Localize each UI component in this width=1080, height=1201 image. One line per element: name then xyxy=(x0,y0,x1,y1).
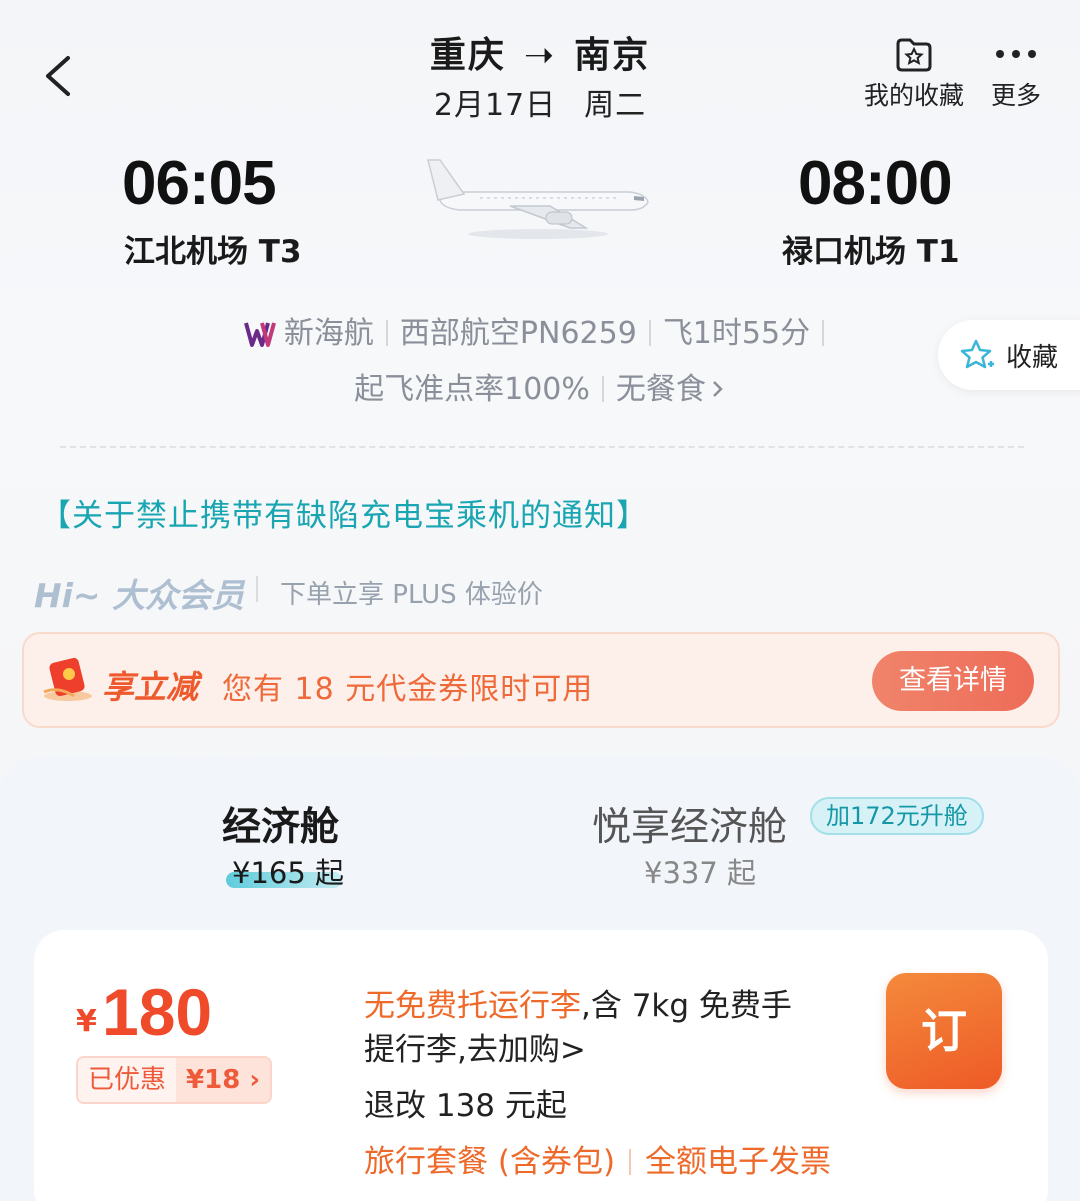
departure-airport: 江北机场 T3 xyxy=(124,234,302,270)
route-arrow: ➝ xyxy=(523,35,557,76)
arrival-airport: 禄口机场 T1 xyxy=(782,234,960,270)
fare-price: 180 xyxy=(102,975,213,1049)
baggage-purchase-link[interactable]: 提行李,去加购> xyxy=(364,1024,586,1069)
baggage-info-line1: 无免费托运行李,含 7kg 免费手 xyxy=(364,980,792,1025)
favorites-folder-icon xyxy=(896,38,932,72)
view-details-button[interactable]: 查看详情 xyxy=(872,651,1034,711)
more-button[interactable]: 更多 xyxy=(984,36,1048,112)
notice-link[interactable]: 【关于禁止携带有缺陷充电宝乘机的通知】 xyxy=(40,490,648,535)
tab-economy[interactable]: 经济舱 xyxy=(222,796,339,852)
book-button[interactable]: 订 xyxy=(886,973,1002,1089)
premium-economy-price: ¥337 起 xyxy=(644,856,757,890)
origin-city: 重庆 xyxy=(429,35,506,76)
upgrade-badge: 加172元升舱 xyxy=(810,797,984,835)
flight-weekday: 周二 xyxy=(584,88,647,123)
divider xyxy=(385,320,388,346)
no-checked-baggage: 无免费托运行李 xyxy=(364,988,581,1024)
flight-info-line1: 新海航 西部航空PN6259 飞1时55分 xyxy=(0,308,1080,352)
flight-info-line2: 起飞准点率100% 无餐食 xyxy=(0,364,1080,408)
divider xyxy=(256,576,258,602)
airplane-image xyxy=(427,159,649,239)
chevron-right-icon xyxy=(713,381,723,397)
my-favorites-label: 我的收藏 xyxy=(863,81,964,110)
destination-city: 南京 xyxy=(574,35,651,76)
arrival-time: 08:00 xyxy=(798,149,953,218)
divider xyxy=(648,320,651,346)
discount-amount: ¥18 › xyxy=(176,1058,271,1102)
discount-badge[interactable]: 已优惠 ¥18 › xyxy=(76,1056,273,1104)
invoice-info: 全额电子发票 xyxy=(645,1144,832,1180)
on-time-rate: 起飞准点率100% xyxy=(354,372,590,407)
flight-date: 2月17日 xyxy=(433,88,557,123)
star-add-icon xyxy=(960,339,994,369)
departure-time: 06:05 xyxy=(122,149,277,218)
collect-button[interactable]: 收藏 xyxy=(938,320,1080,390)
codeshare-airline: 新海航 xyxy=(283,316,374,351)
promo-text: 您有 18 元代金券限时可用 xyxy=(222,672,594,707)
red-envelope-icon xyxy=(43,657,92,701)
flight-duration: 飞1时55分 xyxy=(662,316,811,351)
airline-logo-icon xyxy=(243,322,276,347)
divider xyxy=(822,320,825,346)
tab-premium-economy[interactable]: 悦享经济舱 xyxy=(592,796,787,852)
discount-label: 已优惠 xyxy=(88,1065,167,1095)
meal-info[interactable]: 无餐食 xyxy=(616,372,706,407)
operating-flight: 西部航空PN6259 xyxy=(399,316,637,351)
my-favorites-button[interactable]: 我的收藏 xyxy=(858,36,970,112)
promo-title: 享立减 xyxy=(102,668,199,706)
member-perk[interactable]: 下单立享 PLUS 体验价 xyxy=(280,574,543,611)
carry-on-info: ,含 7kg 免费手 xyxy=(581,988,792,1024)
travel-package[interactable]: 旅行套餐 (含券包) xyxy=(364,1144,615,1180)
member-greeting: Hi~ 大众会员 xyxy=(34,576,245,615)
fare-extras: 旅行套餐 (含券包) 全额电子发票 xyxy=(364,1136,831,1181)
collect-label: 收藏 xyxy=(1006,342,1059,373)
more-label: 更多 xyxy=(990,81,1041,110)
currency-symbol: ¥ xyxy=(76,1004,97,1039)
dashed-divider xyxy=(60,446,1024,448)
refund-info[interactable]: 退改 138 元起 xyxy=(364,1080,567,1125)
divider xyxy=(601,376,604,402)
divider xyxy=(629,1149,632,1175)
economy-price: ¥165 起 xyxy=(232,856,345,890)
more-dots-icon xyxy=(996,50,1036,58)
